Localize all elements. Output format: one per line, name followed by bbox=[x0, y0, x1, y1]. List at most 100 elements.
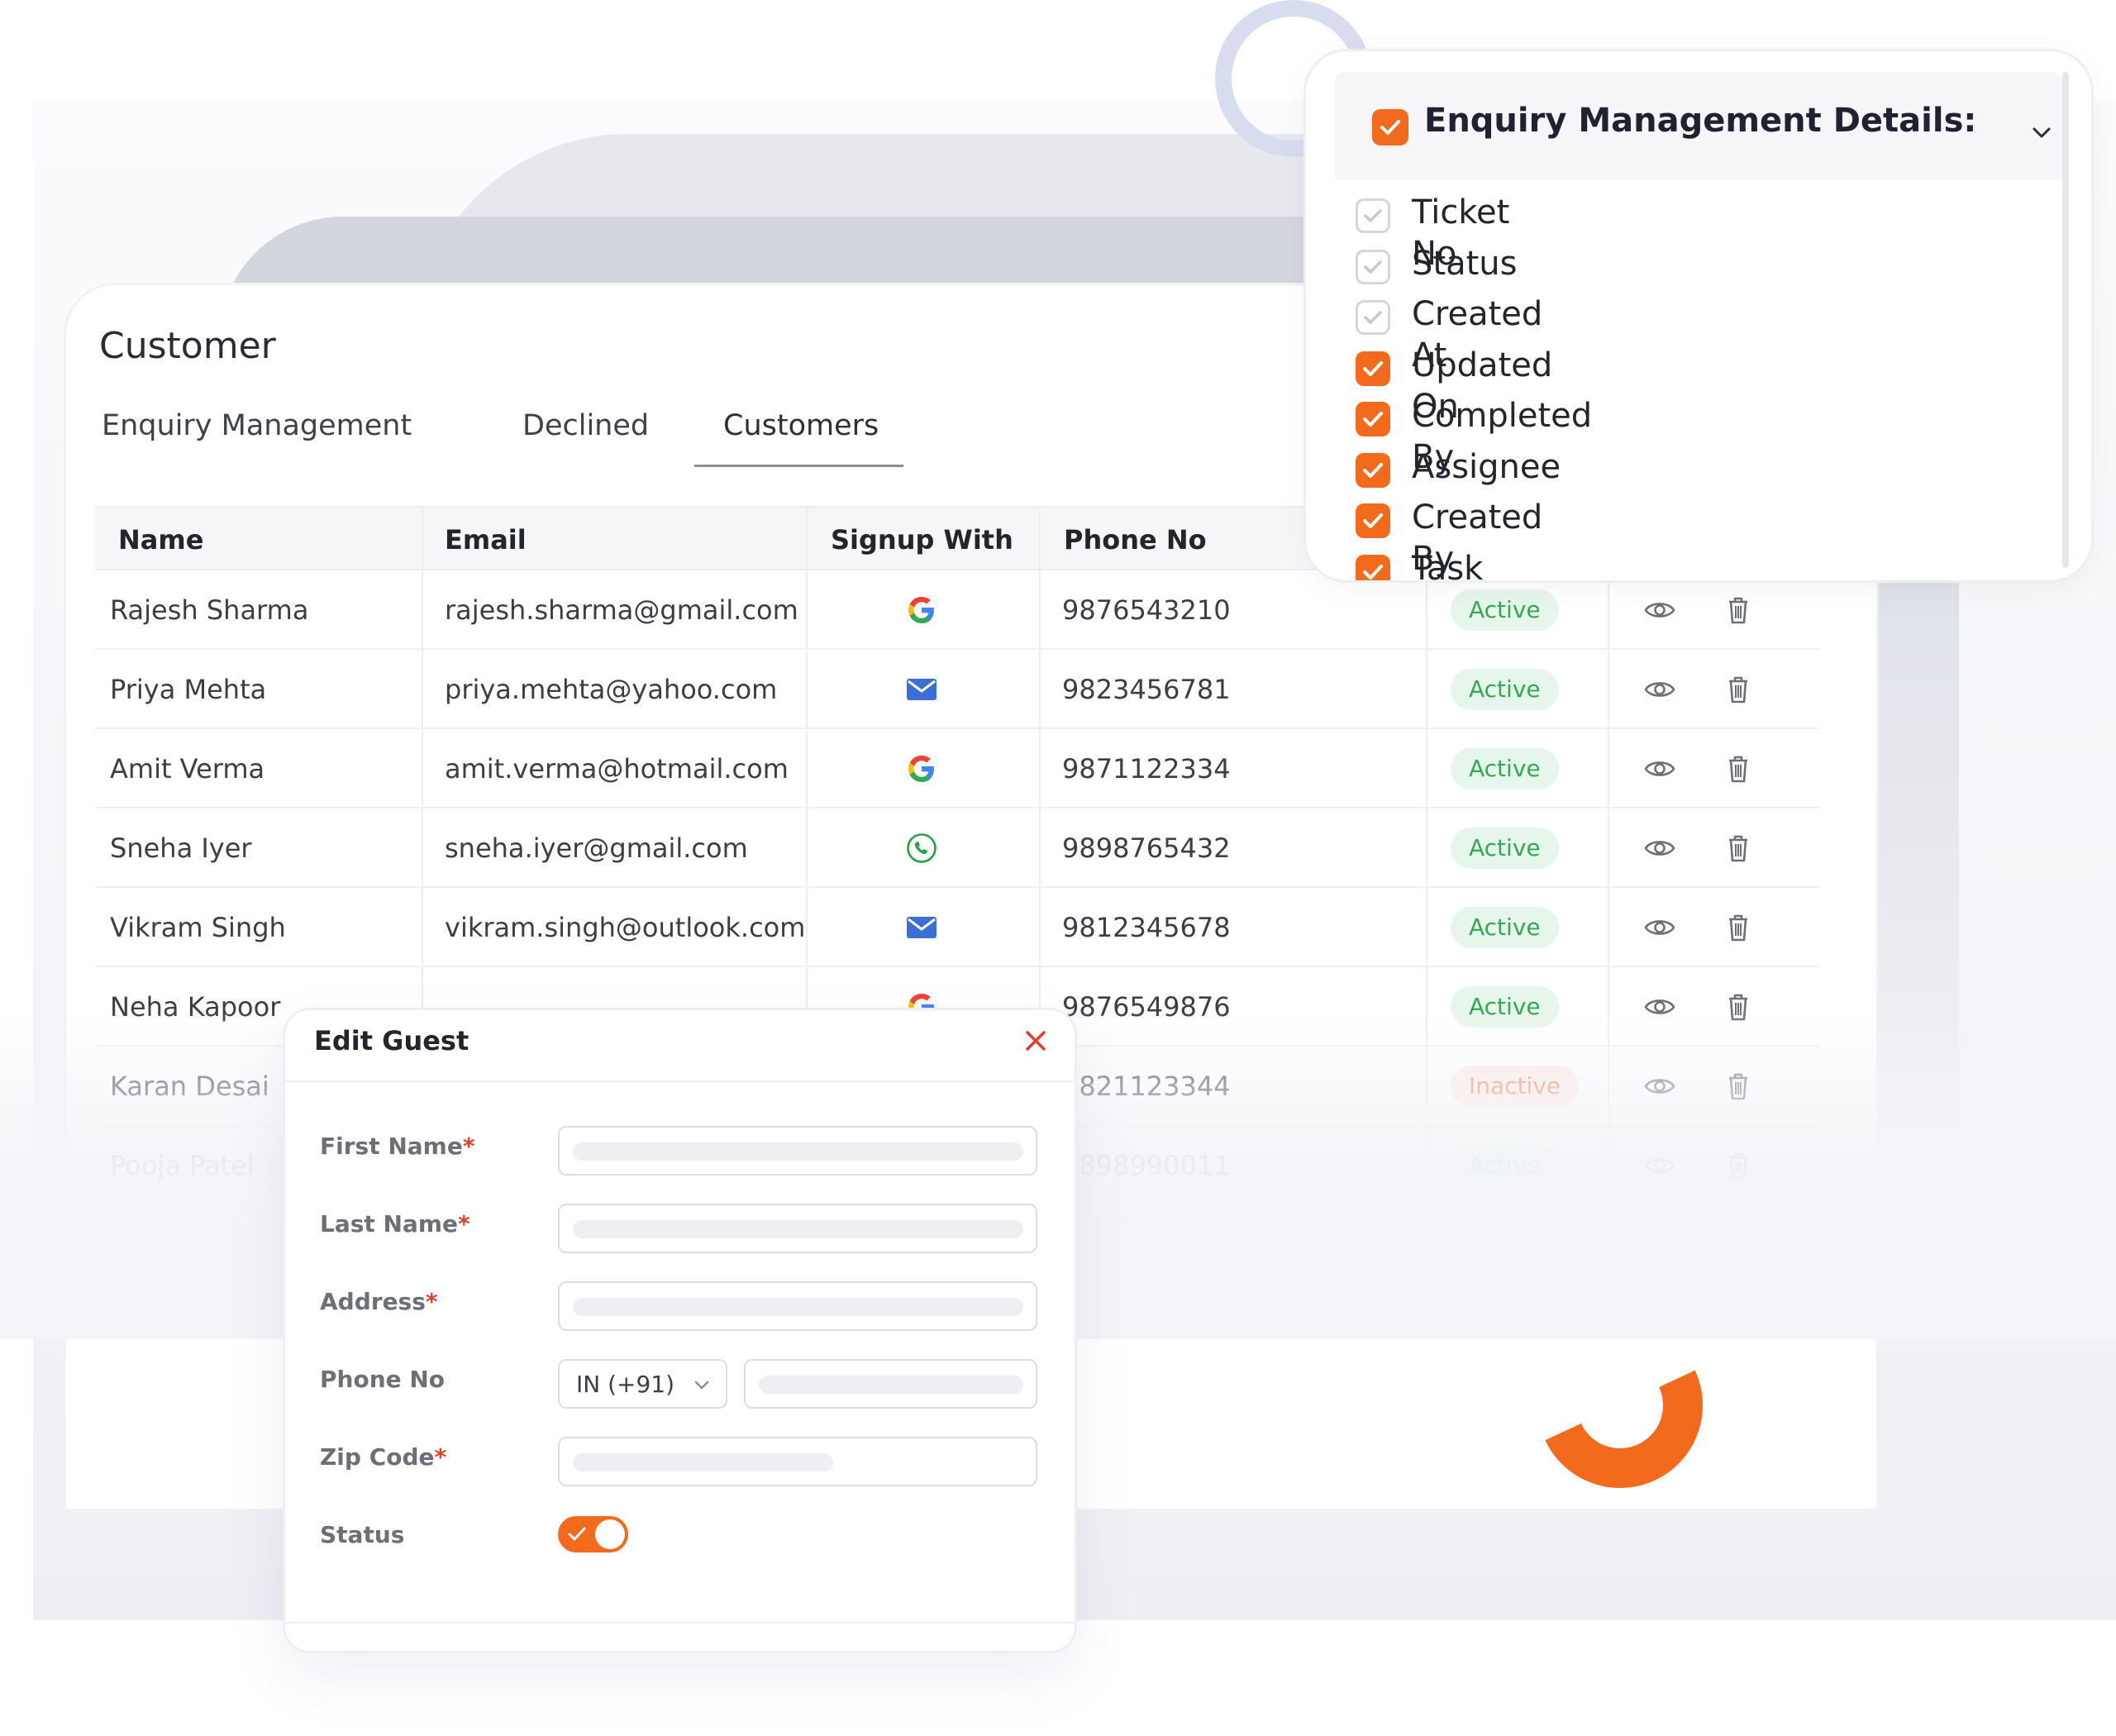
chevron-down-icon bbox=[694, 1381, 709, 1390]
column-divider bbox=[806, 888, 808, 966]
check-icon bbox=[1364, 260, 1382, 274]
check-icon bbox=[1363, 412, 1383, 427]
input-placeholder bbox=[573, 1220, 1023, 1238]
last-name-input[interactable] bbox=[558, 1204, 1037, 1253]
column-divider bbox=[1039, 888, 1041, 966]
view-eye-icon[interactable] bbox=[1643, 675, 1676, 704]
zip-code-label-text: Zip Code bbox=[320, 1443, 435, 1471]
required-mark: * bbox=[434, 1443, 447, 1471]
delete-trash-icon[interactable] bbox=[1722, 754, 1755, 784]
table-row[interactable]: Priya Mehta priya.mehta@yahoo.com 98234567… bbox=[95, 650, 1819, 729]
view-eye-icon[interactable] bbox=[1643, 992, 1676, 1022]
column-checkbox[interactable] bbox=[1356, 452, 1390, 488]
first-name-label-text: First Name bbox=[320, 1133, 463, 1160]
tab-declined[interactable]: Declined bbox=[522, 401, 649, 467]
last-name-label-text: Last Name bbox=[320, 1210, 459, 1238]
delete-trash-icon[interactable] bbox=[1722, 1151, 1755, 1180]
first-name-label: First Name* bbox=[320, 1133, 474, 1160]
view-eye-icon[interactable] bbox=[1643, 833, 1676, 863]
column-checkbox[interactable] bbox=[1356, 503, 1390, 538]
input-placeholder bbox=[759, 1376, 1023, 1394]
header-phone-no: Phone No bbox=[1064, 524, 1207, 556]
country-code-select[interactable]: IN (+91) bbox=[558, 1359, 727, 1409]
input-placeholder bbox=[573, 1142, 1023, 1161]
status-label: Status bbox=[320, 1521, 405, 1548]
delete-trash-icon[interactable] bbox=[1722, 992, 1755, 1022]
column-checkbox[interactable] bbox=[1356, 402, 1390, 436]
column-divider bbox=[422, 570, 423, 648]
table-row[interactable]: Rajesh Sharma rajesh.sharma@gmail.com 9876… bbox=[95, 570, 1819, 650]
dropdown-scrollbar[interactable] bbox=[2062, 72, 2069, 568]
country-code-value: IN (+91) bbox=[576, 1371, 675, 1398]
view-eye-icon[interactable] bbox=[1643, 595, 1676, 625]
column-option-label: Task Mgmt. Ticket No bbox=[1412, 549, 1484, 581]
address-input[interactable] bbox=[558, 1281, 1037, 1331]
column-checkbox[interactable] bbox=[1356, 351, 1390, 386]
toggle-knob bbox=[595, 1519, 625, 1549]
table-row[interactable]: Vikram Singh vikram.singh@outlook.com 9812… bbox=[95, 888, 1819, 967]
zip-code-input[interactable] bbox=[558, 1437, 1037, 1486]
tab-enquiry-management[interactable]: Enquiry Management bbox=[102, 401, 412, 467]
customer-name: Rajesh Sharma bbox=[110, 594, 309, 626]
customer-name: Priya Mehta bbox=[110, 674, 267, 705]
tab-bar: Enquiry Management Declined Customers bbox=[99, 401, 1422, 467]
mail-icon bbox=[905, 673, 938, 706]
select-all-checkbox[interactable] bbox=[1372, 109, 1408, 145]
column-divider bbox=[1039, 508, 1041, 569]
view-eye-icon[interactable] bbox=[1643, 913, 1676, 942]
divider bbox=[285, 1080, 1075, 1082]
column-checkbox[interactable] bbox=[1356, 554, 1390, 580]
column-divider bbox=[1039, 808, 1041, 886]
column-checkbox[interactable] bbox=[1356, 300, 1390, 335]
column-divider bbox=[1608, 1047, 1609, 1124]
google-icon bbox=[905, 752, 938, 785]
column-checkbox[interactable] bbox=[1356, 249, 1390, 284]
delete-trash-icon[interactable] bbox=[1722, 1071, 1755, 1101]
customer-email: rajesh.sharma@gmail.com bbox=[445, 594, 798, 626]
status-badge: Active bbox=[1451, 986, 1559, 1028]
column-divider bbox=[422, 808, 423, 886]
column-divider bbox=[1426, 888, 1427, 966]
first-name-input[interactable] bbox=[558, 1126, 1037, 1176]
view-eye-icon[interactable] bbox=[1643, 1151, 1676, 1180]
customer-name: Amit Verma bbox=[110, 753, 265, 785]
column-divider bbox=[806, 570, 808, 648]
view-eye-icon[interactable] bbox=[1643, 754, 1676, 784]
column-divider bbox=[422, 729, 423, 807]
view-eye-icon[interactable] bbox=[1643, 1071, 1676, 1101]
customer-name: Pooja Patel bbox=[110, 1150, 255, 1181]
column-divider bbox=[1426, 570, 1427, 648]
delete-trash-icon[interactable] bbox=[1722, 675, 1755, 704]
close-icon[interactable] bbox=[1023, 1028, 1048, 1053]
delete-trash-icon[interactable] bbox=[1722, 833, 1755, 863]
customer-email: sneha.iyer@gmail.com bbox=[445, 832, 748, 864]
dropdown-title: Enquiry Management Details: bbox=[1424, 102, 1977, 140]
view-eye-icon[interactable] bbox=[1643, 1230, 1676, 1260]
table-row[interactable]: Sneha Iyer sneha.iyer@gmail.com 9898765432… bbox=[95, 808, 1819, 888]
column-divider bbox=[1608, 570, 1609, 648]
delete-trash-icon[interactable] bbox=[1722, 595, 1755, 625]
column-divider bbox=[1426, 1126, 1427, 1204]
chevron-down-icon[interactable] bbox=[2031, 122, 2052, 143]
customer-email: priya.mehta@yahoo.com bbox=[445, 674, 778, 705]
customer-phone: 9876543210 bbox=[1062, 594, 1231, 626]
customer-name: Manish Gupta bbox=[110, 1229, 293, 1261]
status-badge: Active bbox=[1451, 907, 1559, 948]
column-divider bbox=[1608, 729, 1609, 807]
column-divider bbox=[1039, 570, 1041, 648]
table-row[interactable]: Amit Verma amit.verma@hotmail.com 98711223… bbox=[95, 729, 1819, 808]
delete-trash-icon[interactable] bbox=[1722, 913, 1755, 942]
delete-trash-icon[interactable] bbox=[1722, 1230, 1755, 1260]
column-divider bbox=[1039, 729, 1041, 807]
status-badge: Active bbox=[1451, 748, 1559, 789]
tab-customers[interactable]: Customers bbox=[694, 401, 903, 467]
status-badge: Active bbox=[1451, 1224, 1559, 1266]
column-checkbox[interactable] bbox=[1356, 198, 1390, 233]
input-placeholder bbox=[573, 1298, 1023, 1316]
phone-no-label: Phone No bbox=[320, 1366, 446, 1393]
column-divider bbox=[1426, 1047, 1427, 1124]
dropdown-header[interactable]: Enquiry Management Details: bbox=[1335, 72, 2062, 179]
phone-number-input[interactable] bbox=[744, 1359, 1037, 1409]
status-toggle[interactable] bbox=[558, 1516, 628, 1552]
column-option-label: Assignee bbox=[1412, 447, 1561, 486]
